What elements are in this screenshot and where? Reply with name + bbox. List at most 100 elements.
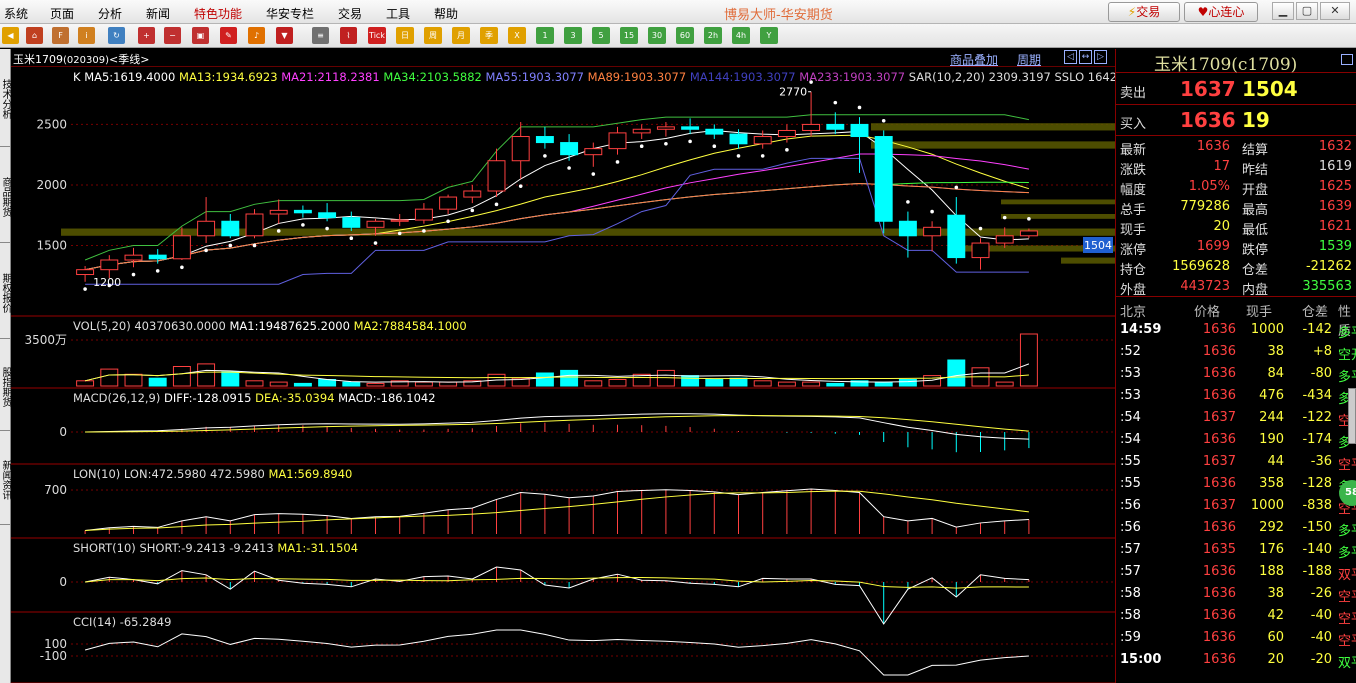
candle-body [608,132,627,150]
price-band [871,141,1115,149]
window-icon[interactable]: ▣ [192,27,209,44]
volume-bar [681,375,700,387]
period-button[interactable]: 15 [620,27,638,44]
zoom-out-icon[interactable]: − [164,27,181,44]
indicator-legend: MACD(26,12,9) DIFF:-128.0915 DEA:-35.039… [73,391,436,405]
heart-button[interactable]: ♥心连心 [1184,2,1258,22]
info-icon[interactable]: i [78,27,95,44]
high-label: 2770 [779,86,807,99]
menu-item[interactable]: 帮助 [434,5,458,22]
low-label: 1200 [93,276,121,289]
filter-icon[interactable]: ▼ [276,27,293,44]
sar-dot [252,243,257,248]
menu-item[interactable]: 分析 [98,5,122,22]
volume-bar [342,381,361,387]
bid-volume: 19 [1242,108,1270,132]
quote-panel: 玉米1709(c1709) 卖出 1637 1504 买入 1636 19 最新… [1115,49,1356,683]
candle-body [414,208,433,221]
period-button[interactable]: Tick [368,27,386,44]
sar-dot [664,141,668,146]
period-button[interactable]: X [508,27,526,44]
menu-item[interactable]: 系统 [4,5,28,22]
bid-price: 1636 [1180,108,1236,132]
volume-bar [414,381,433,387]
list-icon[interactable]: ≡ [312,27,329,44]
zoom-in-icon[interactable]: + [138,27,155,44]
period-button[interactable]: 1 [536,27,554,44]
menu-item[interactable]: 工具 [386,5,410,22]
kline-icon[interactable]: ⌇ [340,27,357,44]
nav-left-button[interactable]: ◁ [1064,50,1077,64]
period-link[interactable]: 周期 [1017,51,1041,68]
maximize-button[interactable]: ▢ [1296,2,1318,20]
quote-title: 玉米1709(c1709) [1154,55,1298,75]
candle-body [826,123,845,130]
volume-bar [439,381,458,387]
volume-bar [995,381,1014,387]
sar-dot [833,100,838,105]
overlay-link[interactable]: 商品叠加 [950,51,998,68]
menu-item[interactable]: 特色功能 [194,5,242,22]
minimize-button[interactable]: ▁ [1272,2,1294,20]
sar-dot [978,226,983,231]
period-button[interactable]: 周 [424,27,442,44]
candle-body [100,259,119,271]
left-tab[interactable]: 技术分析 [0,51,11,147]
indicator-legend: LON(10) LON:472.5980 472.5980 MA1:569.89… [73,467,352,481]
menu-item[interactable]: 华安专栏 [266,5,314,22]
candle-body [995,235,1014,244]
volume-bar [197,363,216,387]
quote-stat: 幅度 1.05% [1120,179,1230,198]
period-button[interactable]: 4h [732,27,750,44]
quote-stat: 最新 1636 [1120,139,1230,158]
volume-bar [76,380,95,387]
home-icon[interactable]: ⌂ [26,27,43,44]
left-tab[interactable]: 商品期货 [0,151,11,243]
left-tab[interactable]: 期权报价 [0,247,11,339]
period-button[interactable]: 3 [564,27,582,44]
ask-row: 卖出 1637 1504 [1116,74,1356,105]
period-button[interactable]: 日 [396,27,414,44]
sar-dot [1027,217,1031,221]
trade-button[interactable]: ⚡交易 [1108,2,1180,22]
alarm-icon[interactable]: ♪ [248,27,265,44]
menu-item[interactable]: 新闻 [146,5,170,22]
expand-icon[interactable] [1341,54,1353,65]
draw-pen-icon[interactable]: ✎ [220,27,237,44]
left-tab[interactable]: 股指期货 [0,343,11,431]
candle-body [632,128,651,134]
sar-dot [518,184,523,188]
period-button[interactable]: 30 [648,27,666,44]
sar-dot [131,272,136,277]
tick-scrollbar[interactable] [1348,388,1356,444]
period-button[interactable]: Y [760,27,778,44]
sar-dot [615,160,620,164]
menu-item[interactable]: 交易 [338,5,362,22]
left-tab[interactable]: 新闻资讯 [0,435,11,525]
back-arrow-icon[interactable]: ◀ [2,27,19,44]
f10-icon[interactable]: F [52,27,69,44]
sar-dot [397,231,402,236]
chart-area: 玉米1709(020309)<季线> 商品叠加 周期 ◁ ↔ ▷ 2500 200… [11,49,1115,683]
sar-dot [180,265,184,270]
period-button[interactable]: 月 [452,27,470,44]
axis-tick-label: 2000 [36,178,67,192]
nav-fit-button[interactable]: ↔ [1079,50,1092,64]
volume-bar [1019,333,1038,387]
period-button[interactable]: 季 [480,27,498,44]
tick-row: :541637244-122空平 [1120,410,1356,429]
candle-body [850,123,869,138]
tick-row: :561636292-150多平 [1120,520,1356,539]
period-button[interactable]: 2h [704,27,722,44]
period-button[interactable]: 60 [676,27,694,44]
period-button[interactable]: 5 [592,27,610,44]
chart-svg[interactable]: 2500 2000 1500 2770 1200 1504 K MA5:1619.4000 … [11,68,1115,683]
left-tab-strip: 技术分析商品期货期权报价股指期货新闻资讯 [0,49,11,683]
close-button[interactable]: ✕ [1320,2,1350,20]
nav-right-button[interactable]: ▷ [1094,50,1107,64]
menu-item[interactable]: 页面 [50,5,74,22]
refresh-icon[interactable]: ↻ [108,27,125,44]
indicator-legend: SHORT(10) SHORT:-9.2413 -9.2413 MA1:-31.… [73,541,358,555]
candle-body [535,136,554,144]
quote-stat: 涨跌 17 [1120,159,1230,178]
